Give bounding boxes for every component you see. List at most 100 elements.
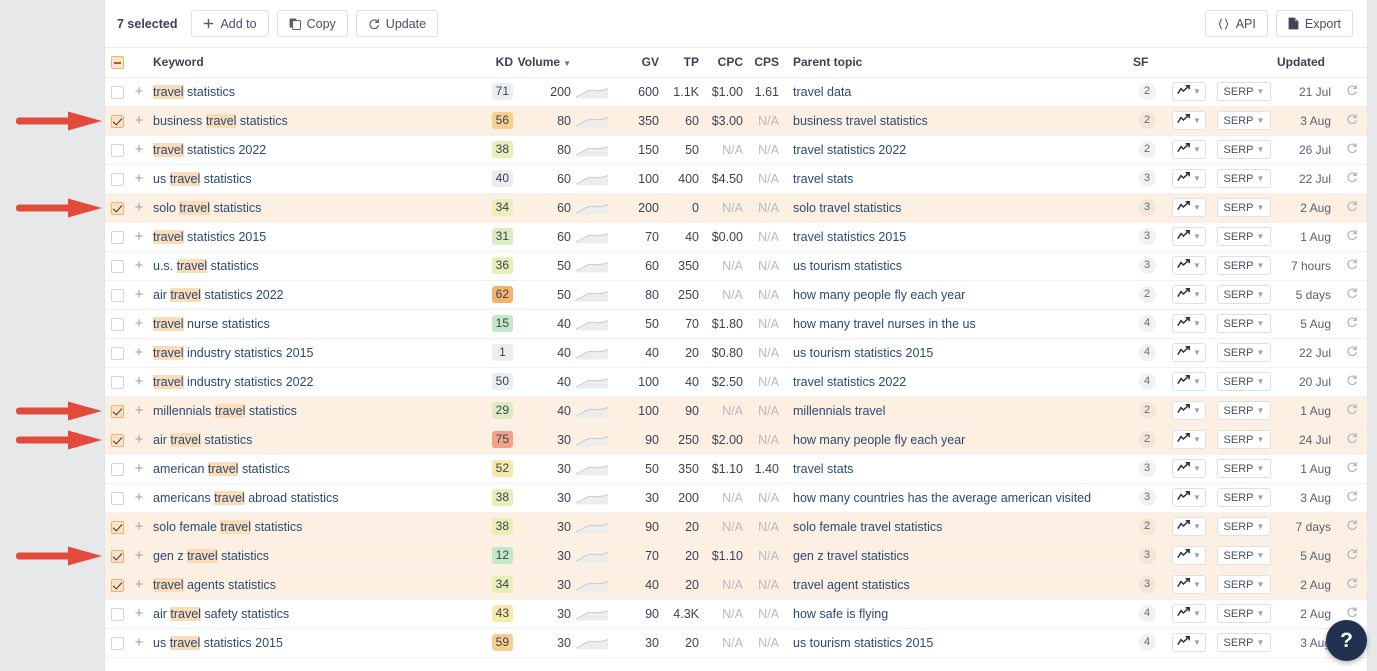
- parent-topic-link[interactable]: how many people fly each year: [793, 288, 965, 302]
- row-refresh-icon[interactable]: [1346, 346, 1358, 360]
- serp-button[interactable]: SERP ▼: [1217, 82, 1271, 101]
- serp-button[interactable]: SERP ▼: [1217, 575, 1271, 594]
- table-row[interactable]: + air travel safety statistics 43 30 90 4.3K N…: [105, 599, 1367, 629]
- trend-cell[interactable]: ▼: [1165, 106, 1213, 136]
- parent-topic-cell[interactable]: business travel statistics: [779, 106, 1129, 136]
- parent-topic-cell[interactable]: travel statistics 2015: [779, 222, 1129, 252]
- plus-icon[interactable]: +: [135, 228, 144, 245]
- row-add-cell[interactable]: +: [129, 599, 149, 629]
- parent-topic-link[interactable]: how many travel nurses in the us: [793, 317, 976, 331]
- trend-button[interactable]: ▼: [1172, 604, 1206, 623]
- serp-cell[interactable]: SERP ▼: [1213, 512, 1275, 542]
- plus-icon[interactable]: +: [135, 83, 144, 100]
- keyword-link[interactable]: business travel statistics: [153, 113, 288, 128]
- plus-icon[interactable]: +: [135, 141, 144, 158]
- parent-topic-cell[interactable]: how many people fly each year: [779, 425, 1129, 455]
- row-select-cell[interactable]: [105, 338, 129, 368]
- keyword-cell[interactable]: travel statistics 2015: [149, 222, 479, 252]
- table-row[interactable]: + air travel statistics 2022 62 50 80 250 N/A N…: [105, 280, 1367, 310]
- row-add-cell[interactable]: +: [129, 193, 149, 223]
- parent-topic-cell[interactable]: how many countries has the average ameri…: [779, 483, 1129, 513]
- table-row[interactable]: + travel agents statistics 34 30 40 20 N/A N/A t…: [105, 570, 1367, 600]
- parent-topic-link[interactable]: business travel statistics: [793, 114, 928, 128]
- row-add-cell[interactable]: +: [129, 570, 149, 600]
- row-refresh-icon[interactable]: [1346, 404, 1358, 418]
- row-select-cell[interactable]: [105, 454, 129, 484]
- keyword-cell[interactable]: solo travel statistics: [149, 193, 479, 223]
- parent-topic-cell[interactable]: how safe is flying: [779, 599, 1129, 629]
- row-checkbox[interactable]: [110, 346, 124, 360]
- serp-cell[interactable]: SERP ▼: [1213, 367, 1275, 397]
- row-refresh-icon[interactable]: [1346, 607, 1358, 621]
- serp-cell[interactable]: SERP ▼: [1213, 454, 1275, 484]
- row-checkbox[interactable]: [110, 143, 124, 157]
- table-row[interactable]: + millennials travel statistics 29 40 100 90 N…: [105, 396, 1367, 426]
- keyword-link[interactable]: travel statistics: [153, 84, 235, 99]
- row-refresh-cell[interactable]: [1337, 251, 1367, 281]
- parent-topic-cell[interactable]: travel data: [779, 77, 1129, 107]
- parent-topic-cell[interactable]: how many travel nurses in the us: [779, 309, 1129, 339]
- row-add-cell[interactable]: +: [129, 483, 149, 513]
- trend-button[interactable]: ▼: [1172, 256, 1206, 275]
- parent-topic-cell[interactable]: travel statistics 2022: [779, 135, 1129, 165]
- serp-cell[interactable]: SERP ▼: [1213, 251, 1275, 281]
- plus-icon[interactable]: +: [135, 170, 144, 187]
- row-add-cell[interactable]: +: [129, 135, 149, 165]
- serp-cell[interactable]: SERP ▼: [1213, 135, 1275, 165]
- plus-icon[interactable]: +: [135, 286, 144, 303]
- row-checkbox[interactable]: [110, 230, 124, 244]
- row-refresh-cell[interactable]: [1337, 106, 1367, 136]
- trend-cell[interactable]: ▼: [1165, 483, 1213, 513]
- row-refresh-cell[interactable]: [1337, 77, 1367, 107]
- trend-cell[interactable]: ▼: [1165, 367, 1213, 397]
- column-header-parent-topic[interactable]: Parent topic: [779, 48, 1129, 78]
- row-select-cell[interactable]: [105, 541, 129, 571]
- parent-topic-link[interactable]: travel statistics 2022: [793, 375, 906, 389]
- row-refresh-icon[interactable]: [1346, 114, 1358, 128]
- serp-button[interactable]: SERP ▼: [1217, 314, 1271, 333]
- keyword-link[interactable]: travel industry statistics 2022: [153, 374, 314, 389]
- plus-icon[interactable]: +: [135, 518, 144, 535]
- row-refresh-cell[interactable]: [1337, 193, 1367, 223]
- column-header-cps[interactable]: CPS: [743, 48, 779, 78]
- row-refresh-cell[interactable]: [1337, 280, 1367, 310]
- api-button[interactable]: API: [1204, 10, 1268, 37]
- trend-button[interactable]: ▼: [1172, 459, 1206, 478]
- trend-cell[interactable]: ▼: [1165, 628, 1213, 658]
- export-button[interactable]: Export: [1275, 10, 1353, 37]
- row-refresh-icon[interactable]: [1346, 288, 1358, 302]
- row-select-cell[interactable]: [105, 628, 129, 658]
- select-all-checkbox[interactable]: [110, 56, 124, 70]
- parent-topic-link[interactable]: solo travel statistics: [793, 201, 901, 215]
- plus-icon[interactable]: +: [135, 576, 144, 593]
- parent-topic-cell[interactable]: solo travel statistics: [779, 193, 1129, 223]
- column-header-tp[interactable]: TP: [659, 48, 699, 78]
- row-select-cell[interactable]: [105, 77, 129, 107]
- trend-button[interactable]: ▼: [1172, 111, 1206, 130]
- row-add-cell[interactable]: +: [129, 454, 149, 484]
- plus-icon[interactable]: +: [135, 315, 144, 332]
- keyword-cell[interactable]: air travel statistics: [149, 425, 479, 455]
- row-select-cell[interactable]: [105, 367, 129, 397]
- parent-topic-link[interactable]: gen z travel statistics: [793, 549, 909, 563]
- parent-topic-link[interactable]: travel data: [793, 85, 851, 99]
- row-add-cell[interactable]: +: [129, 512, 149, 542]
- row-checkbox[interactable]: [110, 288, 124, 302]
- row-select-cell[interactable]: [105, 512, 129, 542]
- trend-cell[interactable]: ▼: [1165, 541, 1213, 571]
- keyword-link[interactable]: travel nurse statistics: [153, 316, 270, 331]
- update-button[interactable]: Update: [355, 10, 439, 37]
- row-refresh-cell[interactable]: [1337, 570, 1367, 600]
- row-add-cell[interactable]: +: [129, 338, 149, 368]
- row-refresh-cell[interactable]: [1337, 396, 1367, 426]
- row-checkbox[interactable]: [110, 114, 124, 128]
- row-select-cell[interactable]: [105, 570, 129, 600]
- plus-icon[interactable]: +: [135, 431, 144, 448]
- row-refresh-cell[interactable]: [1337, 541, 1367, 571]
- row-select-cell[interactable]: [105, 309, 129, 339]
- serp-cell[interactable]: SERP ▼: [1213, 425, 1275, 455]
- table-row[interactable]: + air travel statistics 75 30 90 250 $2.00 N/A h…: [105, 425, 1367, 455]
- column-header-updated[interactable]: Updated: [1275, 48, 1337, 78]
- serp-cell[interactable]: SERP ▼: [1213, 309, 1275, 339]
- keyword-cell[interactable]: millennials travel statistics: [149, 396, 479, 426]
